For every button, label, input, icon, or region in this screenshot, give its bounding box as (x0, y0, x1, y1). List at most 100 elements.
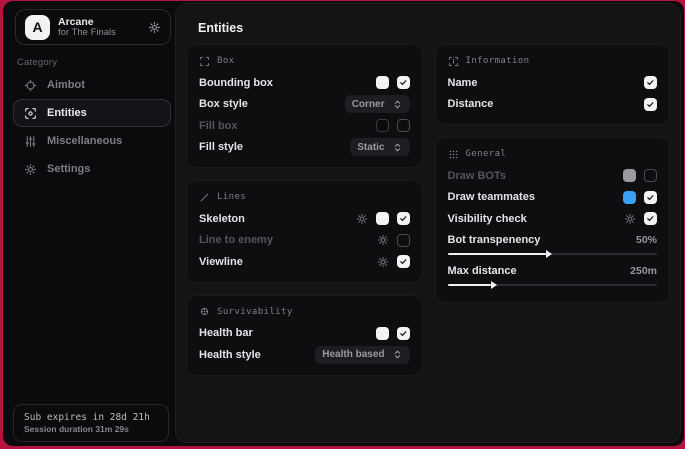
row-controls (356, 212, 410, 225)
checkbox-name[interactable] (644, 76, 657, 89)
dropdown-value: Static (357, 142, 384, 153)
checkbox-draw-bots[interactable] (644, 169, 657, 182)
card-title: General (466, 149, 507, 159)
card-lines: Lines Skeleton Line to enemy Viewline (186, 180, 423, 283)
slider-track[interactable] (448, 281, 658, 289)
setting-row: Fill box (199, 115, 410, 137)
slider-track[interactable] (448, 250, 658, 258)
sidebar-nav: Aimbot Entities Miscellaneous Settings (13, 71, 171, 183)
target-icon (199, 306, 210, 317)
main-panel: Entities BoxBounding boxBox styleCornerF… (175, 3, 681, 443)
category-label: Category (17, 57, 57, 68)
sliders-icon (24, 135, 37, 148)
dropdown-health-style[interactable]: Health based (315, 346, 409, 364)
gear-icon (24, 163, 37, 176)
gear-icon[interactable] (377, 234, 389, 246)
card-box: BoxBounding boxBox styleCornerFill boxFi… (186, 44, 423, 168)
box-corners-icon (199, 56, 210, 67)
slider-value: 250m (630, 265, 657, 277)
dropdown-fill-style[interactable]: Static (350, 138, 409, 156)
card-header: Survivability (199, 304, 410, 320)
row-controls (376, 76, 410, 89)
sidebar-item-label: Aimbot (47, 79, 85, 91)
checkbox-viewline[interactable] (397, 255, 410, 268)
checkbox-skeleton[interactable] (397, 212, 410, 225)
setting-row: Line to enemy (199, 230, 410, 252)
row-controls (376, 119, 410, 132)
info-frame-icon (448, 56, 459, 67)
color-swatch[interactable] (376, 212, 389, 225)
brand-text: Arcane for The Finals (58, 16, 140, 39)
card-title: Lines (217, 192, 246, 202)
dropdown-value: Health based (322, 349, 384, 360)
setting-row: Draw teammates (448, 187, 658, 209)
checkbox-line-to-enemy[interactable] (397, 234, 410, 247)
sidebar-item-settings[interactable]: Settings (13, 155, 171, 183)
subscription-info-card: Sub expires in 28d 21h Session duration … (13, 404, 169, 442)
setting-row: Health bar (199, 323, 410, 345)
color-swatch[interactable] (623, 191, 636, 204)
slash-icon (199, 192, 210, 203)
grid-dots-icon (448, 149, 459, 160)
dropdown-box-style[interactable]: Corner (345, 95, 410, 113)
setting-row: Distance (448, 94, 658, 116)
setting-row: Box styleCorner (199, 94, 410, 116)
checkbox-fill-box[interactable] (397, 119, 410, 132)
sidebar-item-entities[interactable]: Entities (13, 99, 171, 127)
setting-label: Line to enemy (199, 234, 273, 246)
brand-card: A Arcane for The Finals (15, 9, 171, 45)
row-controls (376, 327, 410, 340)
sub-expiry-text: Sub expires in 28d 21h (24, 412, 158, 423)
color-swatch[interactable] (376, 327, 389, 340)
setting-row: Viewline (199, 251, 410, 273)
row-controls (377, 255, 410, 268)
checkbox-draw-teammates[interactable] (644, 191, 657, 204)
card-information: Information Name Distance (435, 44, 671, 125)
sidebar-item-label: Entities (47, 107, 87, 119)
chevrons-up-down-icon (392, 142, 403, 153)
gear-icon[interactable] (624, 213, 636, 225)
setting-row: Skeleton (199, 208, 410, 230)
setting-label: Skeleton (199, 213, 245, 225)
setting-label: Name (448, 77, 478, 89)
setting-row: Health style Health based (199, 344, 410, 366)
card-header: General (448, 146, 658, 162)
setting-label: Fill box (199, 120, 238, 132)
checkbox-visibility-check[interactable] (644, 212, 657, 225)
sidebar-item-label: Miscellaneous (47, 135, 122, 147)
slider-value: 50% (636, 234, 657, 246)
gear-icon[interactable] (377, 256, 389, 268)
slider-thumb[interactable] (546, 250, 552, 258)
setting-label: Viewline (199, 256, 243, 268)
page-title: Entities (198, 21, 243, 35)
slider-thumb[interactable] (491, 281, 497, 289)
row-controls (624, 212, 657, 225)
card-header: Information (448, 53, 658, 69)
row-controls (377, 234, 410, 247)
gear-icon[interactable] (148, 21, 161, 34)
setting-row: Visibility check (448, 208, 658, 230)
checkbox-health-bar[interactable] (397, 327, 410, 340)
card-survivability: SurvivabilityHealth barHealth styleHealt… (186, 295, 423, 376)
setting-label: Health style (199, 349, 261, 361)
gear-icon[interactable] (356, 213, 368, 225)
setting-row: Bounding box (199, 72, 410, 94)
slider-fill (448, 284, 492, 286)
slider-label: Bot transpenency (448, 234, 541, 246)
left-column: BoxBounding boxBox styleCornerFill boxFi… (186, 44, 423, 376)
right-column: Information Name Distance General Draw BOTsD… (435, 44, 671, 376)
setting-row: Draw BOTs (448, 165, 658, 187)
color-swatch[interactable] (376, 76, 389, 89)
setting-row: Name (448, 72, 658, 94)
color-swatch[interactable] (376, 119, 389, 132)
sidebar-item-label: Settings (47, 163, 90, 175)
checkbox-bounding-box[interactable] (397, 76, 410, 89)
checkbox-distance[interactable] (644, 98, 657, 111)
crosshair-icon (24, 79, 37, 92)
sidebar-item-miscellaneous[interactable]: Miscellaneous (13, 127, 171, 155)
row-controls: Static (350, 138, 409, 156)
row-controls: Corner (345, 95, 410, 113)
sidebar-item-aimbot[interactable]: Aimbot (13, 71, 171, 99)
setting-label: Fill style (199, 141, 243, 153)
color-swatch[interactable] (623, 169, 636, 182)
